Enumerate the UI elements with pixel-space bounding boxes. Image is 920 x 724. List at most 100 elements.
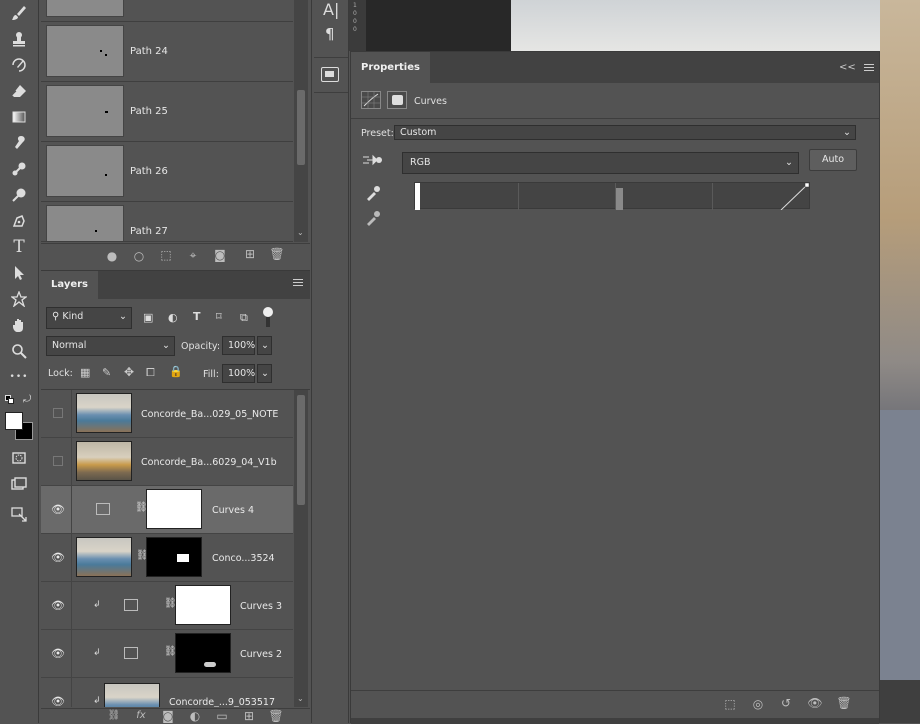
layer-row[interactable]: 👁 ↲ Concorde_...9_053517 [41,678,293,707]
new-path-icon[interactable]: ⊞ [241,247,259,261]
opacity-input[interactable]: 100% [222,336,255,355]
stroke-path-icon[interactable]: ○ [130,249,148,263]
path-item[interactable] [41,0,293,22]
filter-shape-icon[interactable]: ⌑ [216,310,222,323]
filter-pixel-icon[interactable]: ▣ [143,311,153,324]
auto-button[interactable]: Auto [809,149,857,171]
pen-icon[interactable] [8,210,30,232]
layer-mask-thumbnail[interactable] [175,585,231,625]
path-select-icon[interactable] [8,262,30,284]
delete-adjustment-icon[interactable]: 🗑 [835,696,853,710]
filter-smart-object-icon[interactable]: ⧉ [240,311,248,325]
path-item[interactable]: Path 26 [41,142,293,202]
dodge-icon[interactable] [8,158,30,180]
filter-toggle-icon[interactable] [263,307,273,317]
eye-icon[interactable]: 👁 [51,647,65,661]
lock-transparency-icon[interactable]: ▦ [80,366,90,379]
delete-layer-icon[interactable]: 🗑 [267,709,285,723]
panel-resize-bar[interactable] [351,718,879,724]
fill-dropdown-icon[interactable]: ⌄ [257,364,272,383]
filter-adjustment-icon[interactable]: ◐ [168,311,178,324]
gradient-icon[interactable] [8,106,30,128]
sample-gray-point-icon[interactable] [365,210,381,229]
properties-panel-button[interactable] [314,57,348,93]
filter-kind-select[interactable]: ⚲ Kind ⌄ [46,307,132,329]
delete-path-icon[interactable]: 🗑 [268,247,286,261]
eye-icon[interactable]: 👁 [51,599,65,613]
path-item[interactable]: Path 24 [41,22,293,82]
layer-row[interactable]: 👁 ↲ ⛓ Curves 3 [41,582,293,630]
history-brush-icon[interactable] [8,54,30,76]
fill-input[interactable]: 100% [222,364,255,383]
lock-artboard-icon[interactable]: ⧠ [146,366,155,380]
eye-icon[interactable]: 👁 [51,551,65,565]
paths-scrollbar[interactable]: ⌄ [294,0,308,242]
swap-colors-icon[interactable]: ⤾ [23,394,31,405]
new-adjustment-icon[interactable]: ◐ [186,709,204,723]
character-panel-icon[interactable]: A| [323,0,339,19]
eraser-icon[interactable] [8,80,30,102]
scroll-down-icon[interactable]: ⌄ [297,694,304,703]
layer-row[interactable]: 👁 ↲ ⛓ Curves 2 [41,630,293,678]
lock-pixels-icon[interactable]: ✎ [102,366,111,379]
layer-row[interactable]: 👁 ⛓ Conco...3524 [41,534,293,582]
add-layer-mask-icon[interactable]: ◙ [159,709,177,723]
lock-all-icon[interactable]: 🔒 [169,365,183,378]
make-path-icon[interactable]: ⌖ [184,248,202,263]
preset-select[interactable]: Custom ⌄ [394,125,856,140]
eye-icon[interactable]: 👁 [51,503,65,517]
scroll-thumb[interactable] [297,90,305,165]
link-icon[interactable]: ⛓ [136,550,149,562]
opacity-dropdown-icon[interactable]: ⌄ [257,336,272,355]
path-item[interactable]: Path 27 [41,202,293,242]
burn-icon[interactable] [8,184,30,206]
brush-icon[interactable] [8,2,30,24]
clip-to-layer-icon[interactable]: ⬚ [721,697,739,711]
toggle-visibility-icon[interactable]: 👁 [806,696,824,710]
sample-white-point-icon[interactable] [365,185,381,204]
paragraph-panel-icon[interactable]: ¶ [325,25,335,43]
shape-icon[interactable] [8,288,30,310]
tab-layers[interactable]: Layers [41,271,98,299]
path-item[interactable]: Path 25 [41,82,293,142]
lock-position-icon[interactable]: ✥ [124,365,134,379]
panel-menu-icon[interactable] [293,279,303,286]
layer-mask-thumbnail[interactable] [146,489,202,529]
stamp-icon[interactable] [8,28,30,50]
layers-scrollbar[interactable]: ⌄ [294,390,308,707]
layer-row-selected[interactable]: 👁 ⛓ Curves 4 [41,486,293,534]
fill-path-icon[interactable]: ● [103,249,121,263]
on-image-adjust-icon[interactable] [363,152,383,172]
link-icon[interactable]: ⛓ [164,646,177,658]
type-icon[interactable]: T [8,236,30,258]
layer-row[interactable]: Concorde_Ba...6029_04_V1b [41,438,293,486]
foreground-color-swatch[interactable] [5,412,23,430]
link-layers-icon[interactable]: ⛓ [105,710,123,721]
screen-mode-icon[interactable] [8,473,30,495]
curves-adjustment-icon[interactable] [361,91,381,109]
filter-type-icon[interactable]: T [193,310,201,323]
load-selection-icon[interactable]: ⬚ [157,248,175,262]
default-colors-icon[interactable] [5,395,14,404]
layer-mask-thumbnail[interactable] [146,537,202,577]
zoom-icon[interactable] [8,340,30,362]
eye-icon[interactable]: 👁 [51,695,65,707]
new-layer-icon[interactable]: ⊞ [240,709,258,723]
panel-menu-icon[interactable] [864,64,874,71]
hand-icon[interactable] [8,314,30,336]
scroll-down-icon[interactable]: ⌄ [297,228,304,237]
mask-properties-icon[interactable] [387,91,407,109]
channel-select[interactable]: RGB ⌄ [402,152,799,174]
blend-mode-select[interactable]: Normal ⌄ [46,336,175,356]
curves-graph[interactable] [414,182,810,210]
visibility-toggle[interactable] [53,408,63,418]
tab-properties[interactable]: Properties [351,52,430,83]
fx-icon[interactable]: fx [132,710,150,721]
smudge-icon[interactable] [8,132,30,154]
add-mask-icon[interactable]: ◙ [211,248,229,262]
collapse-icon[interactable]: << [839,62,856,73]
link-icon[interactable]: ⛓ [164,598,177,610]
scroll-thumb[interactable] [297,395,305,505]
quick-mask-icon[interactable] [8,447,30,469]
frame-swap-icon[interactable] [8,503,30,525]
